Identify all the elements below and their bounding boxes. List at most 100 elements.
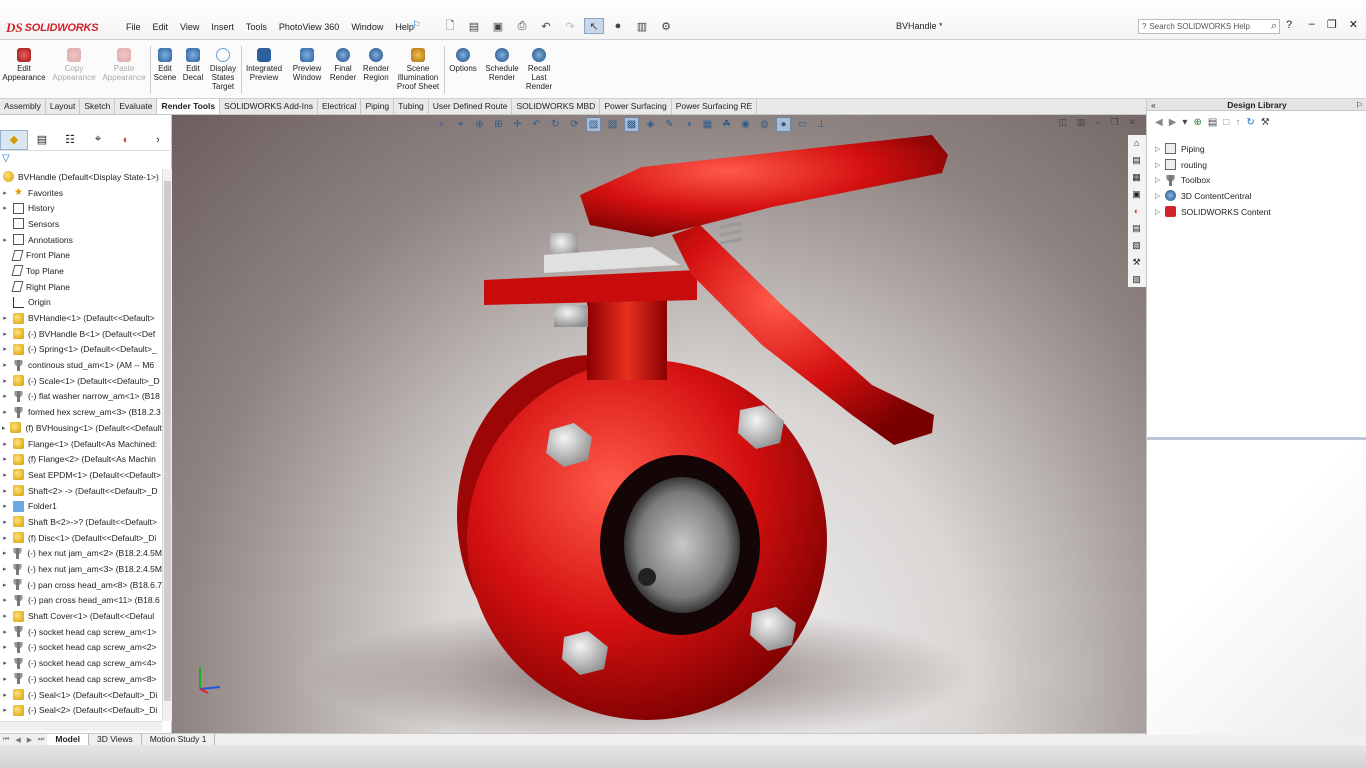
restore-icon[interactable]: ❐ [1327, 18, 1337, 31]
library-item-routing[interactable]: ▷ routing [1155, 157, 1271, 173]
expand-arrow-icon[interactable]: ▸ [0, 675, 10, 683]
tree-node[interactable]: ▸ Flange<1> (Default<As Machined: [0, 436, 162, 452]
tab-user-defined-route[interactable]: User Defined Route [429, 99, 513, 114]
library-item-toolbox[interactable]: ▷ Toolbox [1155, 172, 1271, 188]
expand-arrow-icon[interactable]: ▸ [0, 487, 10, 495]
expand-arrow-icon[interactable]: ▸ [0, 628, 10, 636]
library-item-3d-contentcentral[interactable]: ▷ 3D ContentCentral [1155, 188, 1271, 204]
zoom-to-area-icon[interactable]: ⌖ [453, 117, 468, 132]
render-region-button[interactable]: Render Region [360, 48, 392, 82]
tree-node[interactable]: Right Plane [0, 279, 162, 295]
pin-panel-icon[interactable]: ⚐ [1355, 99, 1363, 111]
options-gear-icon[interactable]: ⚙ [656, 18, 676, 34]
doc-minimize-icon[interactable]: – [1095, 117, 1100, 128]
tab-sketch[interactable]: Sketch [80, 99, 116, 114]
preview-window-button[interactable]: Preview Window [287, 48, 327, 82]
expand-arrow-icon[interactable]: ▸ [0, 204, 10, 212]
filter-icon[interactable]: ▽ [2, 153, 10, 164]
edit-scene-button[interactable]: Edit Scene [151, 48, 179, 82]
new-document-icon[interactable]: 🗋 [440, 18, 460, 34]
tree-node[interactable]: ▸ History [0, 200, 162, 216]
tree-node[interactable]: ▸ BVHandle<1> (Default<<Default> [0, 310, 162, 326]
expand-arrow-icon[interactable]: ▸ [0, 471, 10, 479]
property-manager-tab-icon[interactable]: ▤ [28, 130, 56, 150]
butterfly-valve-model[interactable] [172, 115, 1146, 735]
close-icon[interactable]: ✕ [1349, 18, 1358, 31]
search-icon[interactable]: ⌕ [1271, 20, 1277, 33]
apply-scene-icon[interactable]: ◑ [681, 117, 696, 132]
save-icon[interactable]: ▣ [488, 18, 508, 34]
copy-appearance-button[interactable]: Copy Appearance [50, 48, 98, 82]
doc-close-icon[interactable]: ✕ [1128, 117, 1136, 128]
expand-arrow-icon[interactable]: ▸ [0, 408, 10, 416]
configuration-manager-tab-icon[interactable]: ☷ [56, 130, 84, 150]
tree-node[interactable]: ▸ Shaft Cover<1> (Default<<Defaul [0, 608, 162, 624]
custom-properties-icon[interactable]: ▤ [1128, 220, 1145, 236]
tab-assembly[interactable]: Assembly [0, 99, 46, 114]
toolbox-icon[interactable]: ⚒ [1128, 254, 1145, 270]
expand-arrow-icon[interactable]: ▸ [0, 361, 10, 369]
tab-tubing[interactable]: Tubing [394, 99, 429, 114]
pin-menu-icon[interactable]: ⚐ [412, 20, 421, 31]
graphics-area[interactable]: ⌕ ⌖ ⊕ ⊞ ✛ ↶ ↻ ⟳ ▨ ▧ ▩ ◈ ✎ ◑ ▦ ☘ ◉ ◍ ● ▭ … [172, 115, 1146, 735]
tree-node[interactable]: ▸ (-) socket head cap screw_am<1> [0, 624, 162, 640]
tree-node[interactable]: ▸ ★ Favorites [0, 185, 162, 201]
view-settings-icon[interactable]: ▦ [700, 117, 715, 132]
tree-node[interactable]: ▸ (-) pan cross head_am<8> (B18.6.7 [0, 577, 162, 593]
tree-node[interactable]: Top Plane [0, 263, 162, 279]
roll-view-icon[interactable]: ↻ [548, 117, 563, 132]
doc-restore-icon[interactable]: ❐ [1110, 117, 1118, 128]
pan-icon[interactable]: ✛ [510, 117, 525, 132]
tree-node[interactable]: ▸ (f) BVHousing<1> (Default<<Default [0, 420, 162, 436]
expand-arrow-icon[interactable]: ▸ [0, 440, 10, 448]
tab-electrical[interactable]: Electrical [318, 99, 362, 114]
routing-library-icon[interactable]: ▨ [1128, 271, 1145, 287]
menu-edit[interactable]: Edit [147, 20, 175, 34]
toolbox-settings-icon[interactable]: ⚒ [1261, 117, 1270, 128]
create-new-folder-icon[interactable]: □ [1223, 117, 1229, 128]
rotate-view-icon[interactable]: ⟳ [567, 117, 582, 132]
edit-appearance-button[interactable]: Edit Appearance [0, 48, 48, 82]
refresh-icon[interactable]: ↻ [1246, 117, 1254, 128]
integrated-preview-button[interactable]: Integrated Preview [243, 48, 285, 82]
library-item-solidworks-content[interactable]: ▷ SOLIDWORKS Content [1155, 204, 1271, 220]
menu-view[interactable]: View [174, 20, 205, 34]
triad-hud-icon[interactable]: ⊥ [814, 117, 829, 132]
tree-node[interactable]: ▸ (-) Seal<2> (Default<<Default>_Di [0, 702, 162, 718]
last-tab-icon[interactable]: ⏭ [35, 736, 47, 744]
next-tab-icon[interactable]: ▶ [24, 736, 35, 744]
tab-solidworks-add-ins[interactable]: SOLIDWORKS Add-Ins [220, 99, 318, 114]
tab-piping[interactable]: Piping [361, 99, 395, 114]
tree-node[interactable]: ▸ formed hex screw_am<3> (B18.2.3 [0, 404, 162, 420]
add-to-library-icon[interactable]: ⊕ [1193, 117, 1201, 128]
back-icon[interactable]: ◀ [1155, 117, 1163, 128]
tab-motion-study[interactable]: Motion Study 1 [142, 734, 216, 745]
tree-node[interactable]: ▸ (-) socket head cap screw_am<8> [0, 671, 162, 687]
forward-icon[interactable]: ▶ [1169, 117, 1177, 128]
rebuild-icon[interactable]: ● [608, 18, 628, 34]
expand-arrow-icon[interactable]: ▸ [0, 565, 9, 573]
menu-tools[interactable]: Tools [240, 20, 273, 34]
tab-model[interactable]: Model [47, 734, 89, 745]
menu-file[interactable]: File [120, 20, 147, 34]
view-orientation-icon[interactable]: ▧ [605, 117, 620, 132]
scene-hud-icon[interactable]: ◍ [757, 117, 772, 132]
expand-arrow-icon[interactable]: ▸ [0, 534, 10, 542]
tab-evaluate[interactable]: Evaluate [115, 99, 158, 114]
expand-arrow-icon[interactable]: ▸ [0, 236, 10, 244]
tree-node[interactable]: ▸ (-) hex nut jam_am<3> (B18.2.4.5M [0, 561, 162, 577]
zoom-in-out-icon[interactable]: ⊞ [491, 117, 506, 132]
tab-power-surfacing-re[interactable]: Power Surfacing RE [672, 99, 758, 114]
tree-root[interactable]: BVHandle (Default<Display State-1>) [0, 169, 162, 185]
tab-render-tools[interactable]: Render Tools [157, 99, 221, 114]
up-folder-icon[interactable]: ↑ [1235, 117, 1240, 128]
tree-node[interactable]: ▸ Annotations [0, 232, 162, 248]
expand-arrow-icon[interactable]: ▸ [0, 659, 10, 667]
expand-arrow-icon[interactable]: ▸ [0, 455, 10, 463]
file-explorer-icon[interactable]: ▦ [1128, 169, 1145, 185]
open-folder-icon[interactable]: ▤ [464, 18, 484, 34]
tree-horizontal-scrollbar[interactable] [0, 721, 162, 731]
tile-horizontal-icon[interactable]: ◫ [1058, 117, 1067, 128]
undo-icon[interactable]: ↶ [536, 18, 556, 34]
hide-show-items-icon[interactable]: ◈ [643, 117, 658, 132]
